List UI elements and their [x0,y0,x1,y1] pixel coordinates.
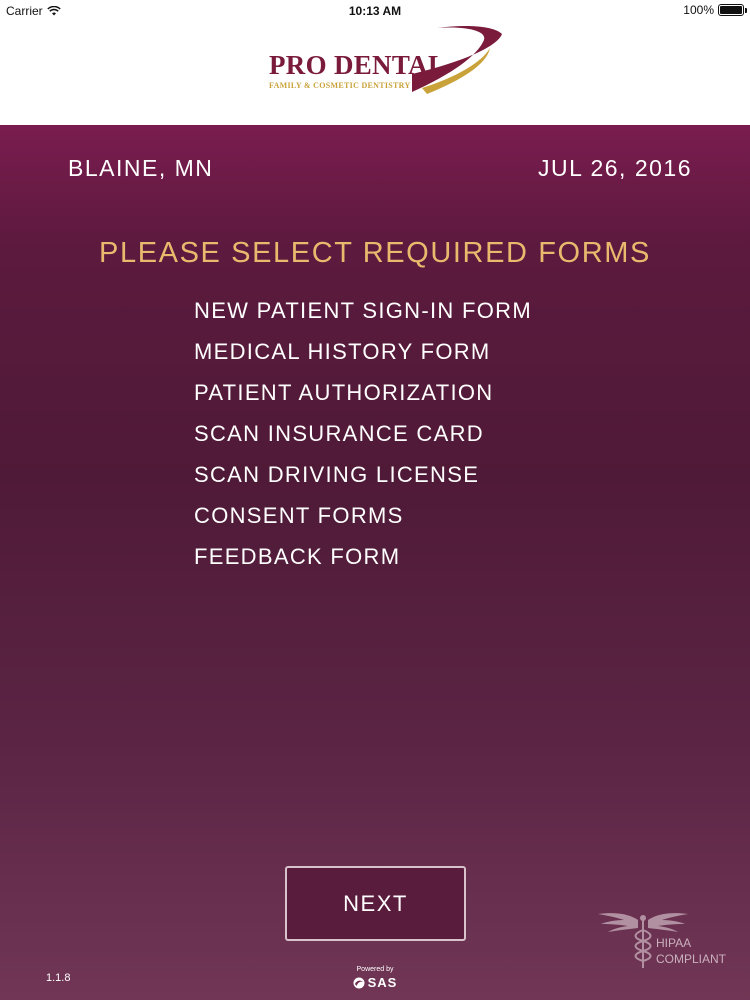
page-title: PLEASE SELECT REQUIRED FORMS [99,237,651,269]
hipaa-text: HIPAA COMPLIANT [656,935,726,967]
battery-percent: 100% [683,3,714,17]
hipaa-line-1: HIPAA [656,936,692,950]
form-item-patient-authorization[interactable]: PATIENT AUTHORIZATION [194,379,532,420]
header: PRO DENTAL FAMILY & COSMETIC DENTISTRY [0,22,750,125]
sas-logo-icon [353,977,365,988]
status-time: 10:13 AM [348,4,402,18]
form-item-new-patient-sign-in[interactable]: NEW PATIENT SIGN-IN FORM [194,297,532,338]
powered-brand-text: SAS [367,975,398,990]
forms-list: NEW PATIENT SIGN-IN FORM MEDICAL HISTORY… [194,297,532,584]
status-battery: 100% [683,3,747,17]
battery-icon [718,4,747,16]
form-item-feedback[interactable]: FEEDBACK FORM [194,543,532,584]
next-button[interactable]: NEXT [285,866,466,941]
main-panel: BLAINE, MN JUL 26, 2016 PLEASE SELECT RE… [0,125,750,1000]
form-item-scan-insurance-card[interactable]: SCAN INSURANCE CARD [194,420,532,461]
battery-fill [720,6,742,14]
form-item-consent-forms[interactable]: CONSENT FORMS [194,502,532,543]
form-item-scan-driving-license[interactable]: SCAN DRIVING LICENSE [194,461,532,502]
logo-subtitle: FAMILY & COSMETIC DENTISTRY [269,81,411,90]
hipaa-line-2: COMPLIANT [656,952,727,966]
powered-by-label: Powered by [356,966,394,973]
powered-brand: SAS [340,975,410,990]
office-location: BLAINE, MN [68,155,214,181]
app-version: 1.1.8 [46,972,71,984]
hipaa-badge: HIPAA COMPLIANT [598,910,738,970]
powered-by: Powered by SAS [340,966,410,990]
current-date: JUL 26, 2016 [538,155,692,181]
logo-title: PRO DENTAL [269,50,447,80]
status-bar: Carrier 10:13 AM 100% [0,0,750,22]
form-item-medical-history[interactable]: MEDICAL HISTORY FORM [194,338,532,379]
pro-dental-logo: PRO DENTAL FAMILY & COSMETIC DENTISTRY [262,22,512,102]
